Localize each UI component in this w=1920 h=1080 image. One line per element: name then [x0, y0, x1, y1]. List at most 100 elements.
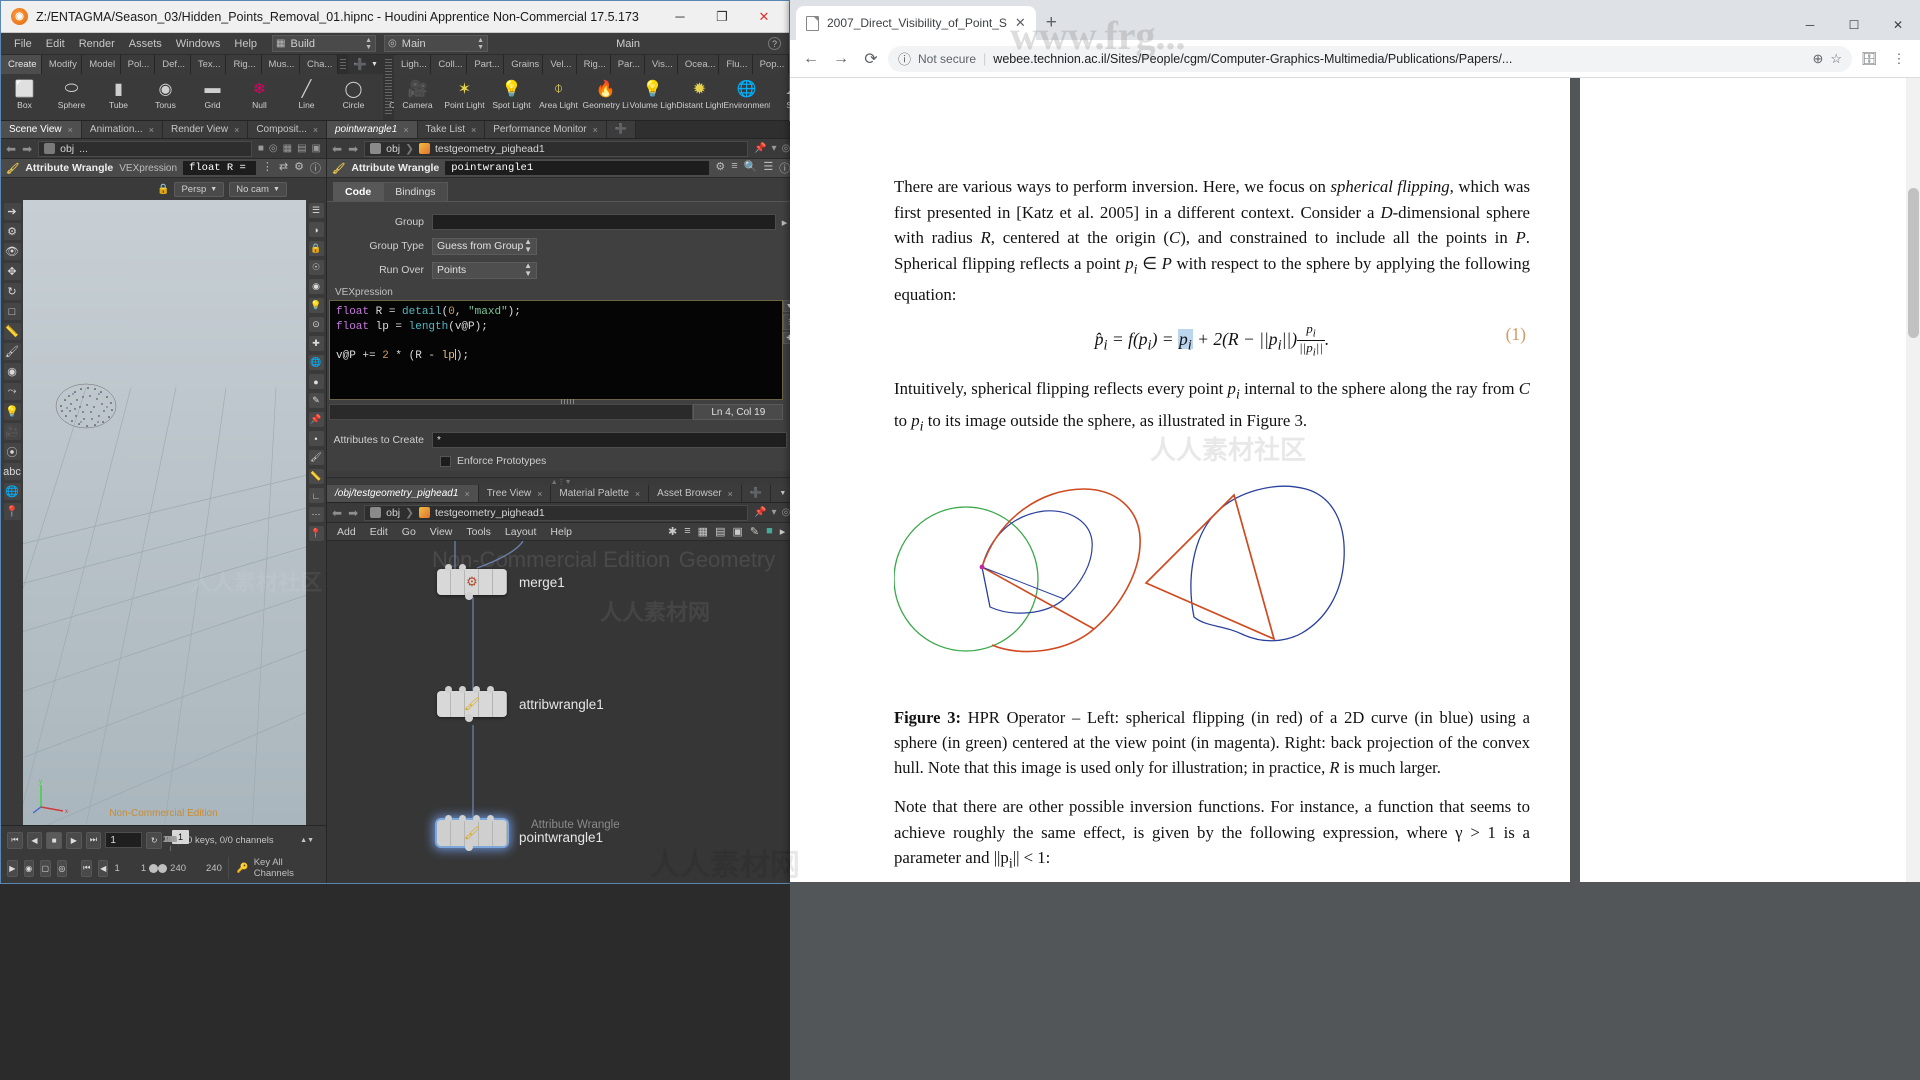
- help-icon[interactable]: ⓘ: [310, 160, 321, 176]
- tab-asset-browser[interactable]: Asset Browser ×: [649, 485, 742, 502]
- lock-icon[interactable]: 🔒: [308, 241, 324, 256]
- add-network-tab-button[interactable]: ➕: [741, 485, 772, 502]
- shelf-item-line[interactable]: ╱ Line: [283, 76, 330, 110]
- desktop-dropdown[interactable]: ▦ Build ▲ ▼: [272, 35, 377, 52]
- brush-icon[interactable]: 🖌: [308, 450, 324, 465]
- help-icon[interactable]: ?: [768, 37, 781, 50]
- shelf-tab-particle-fluids[interactable]: Par...: [610, 55, 645, 74]
- range-start-value[interactable]: 1: [114, 863, 119, 874]
- shelf-item-tube[interactable]: ▮ Tube: [95, 76, 142, 110]
- step-back-button[interactable]: ◀: [26, 831, 43, 849]
- loop-button[interactable]: ↻: [146, 831, 163, 849]
- param-path[interactable]: obj ❯ testgeometry_pighead1: [364, 140, 749, 157]
- pdf-scrollbar[interactable]: [1906, 78, 1920, 882]
- shelf-tab-deform[interactable]: Def...: [155, 55, 191, 74]
- netmenu-layout[interactable]: Layout: [505, 526, 537, 538]
- light-icon[interactable]: 💡: [308, 298, 324, 313]
- step-forward-button[interactable]: ⏭: [85, 831, 102, 849]
- node-inputs[interactable]: [445, 815, 494, 822]
- range-end-value[interactable]: 240: [170, 863, 186, 874]
- close-icon[interactable]: ×: [464, 489, 469, 499]
- forward-icon[interactable]: →: [828, 46, 854, 72]
- shelf-tab-viscous[interactable]: Vis...: [644, 55, 678, 74]
- tab-render-view[interactable]: Render View ×: [162, 121, 249, 138]
- color-icon[interactable]: ■: [766, 525, 773, 538]
- shelf-tab-fluids[interactable]: Flu...: [719, 55, 753, 74]
- shelf-item-sphere[interactable]: ⬭ Sphere: [48, 76, 95, 110]
- material-icon[interactable]: ◉: [308, 279, 324, 294]
- group-picker-icon[interactable]: ▸: [782, 216, 788, 229]
- more-icon[interactable]: ⋯: [308, 507, 324, 522]
- maximize-button[interactable]: ❐: [701, 2, 743, 32]
- chevron-right-icon[interactable]: ▸: [780, 525, 786, 538]
- shelf-item-area-light[interactable]: ⌽ Area Light: [535, 76, 582, 110]
- key-button[interactable]: ▶: [7, 859, 18, 877]
- menu-windows[interactable]: Windows: [169, 35, 228, 53]
- grid-icon[interactable]: ▦: [698, 525, 708, 538]
- param-tab-code[interactable]: Code: [333, 182, 384, 201]
- pen-icon[interactable]: ✎: [308, 393, 324, 408]
- shelf-item-camera[interactable]: 🎥 Camera: [394, 76, 441, 110]
- shelf-tab-particles[interactable]: Part...: [467, 55, 505, 74]
- gear-icon[interactable]: ⚙: [715, 160, 725, 176]
- code-resize-grip[interactable]: [561, 399, 576, 404]
- menu-icon[interactable]: ▾: [772, 507, 777, 518]
- menu-edit[interactable]: Edit: [39, 35, 72, 53]
- palette-icon[interactable]: ▣: [732, 525, 742, 538]
- shelf-tab-character[interactable]: Cha...: [300, 55, 338, 74]
- frame-field-2[interactable]: 1: [141, 863, 146, 874]
- menu-icon[interactable]: ☰: [763, 160, 773, 176]
- shelf-tab-rigids[interactable]: Rig...: [576, 55, 611, 74]
- attributes-to-create-input[interactable]: *: [432, 432, 788, 448]
- display-options-icon[interactable]: ☰: [308, 203, 324, 218]
- shelf-item-environment-light[interactable]: 🌐 Environment Light: [723, 76, 770, 110]
- browser-tab[interactable]: 2007_Direct_Visibility_of_Point_S ✕: [796, 6, 1036, 40]
- target-button[interactable]: ◎: [56, 859, 68, 877]
- shelf-tab-pop[interactable]: Pop...: [752, 55, 789, 74]
- shelf-tab-polygon[interactable]: Pol...: [120, 55, 156, 74]
- param-header-value[interactable]: float R =: [183, 161, 256, 175]
- persp-dropdown[interactable]: Persp ▼: [174, 181, 225, 197]
- shelf-item-torus[interactable]: ◉ Torus: [142, 76, 189, 110]
- menu-icon[interactable]: ▾: [772, 143, 777, 154]
- network-graph[interactable]: Non-Commercial Edition Geometry ⚙ merge1…: [327, 541, 796, 883]
- tools-icon[interactable]: ✱: [668, 525, 677, 538]
- camera-tool-icon[interactable]: 🎥: [3, 423, 21, 440]
- globe-tool-icon[interactable]: 🌐: [3, 483, 21, 500]
- close-icon[interactable]: ×: [728, 489, 733, 499]
- link-icon[interactable]: ⇄: [279, 160, 288, 176]
- dot-icon[interactable]: ●: [308, 374, 324, 389]
- ruler-icon[interactable]: 📏: [308, 469, 324, 484]
- node-output[interactable]: [465, 843, 473, 851]
- current-frame-input[interactable]: 1: [105, 832, 143, 848]
- menu-help[interactable]: Help: [227, 35, 264, 53]
- key-all-icon[interactable]: 🔑: [237, 863, 249, 874]
- key-all-label[interactable]: Key All Channels: [254, 857, 320, 879]
- swatch-icon[interactable]: ▣: [312, 143, 321, 154]
- point-icon[interactable]: ⊙: [308, 317, 324, 332]
- info-circle-icon[interactable]: ⓘ: [898, 49, 911, 68]
- add-shelf-tab-icon[interactable]: ➕: [353, 58, 367, 71]
- pdf-viewer[interactable]: There are various ways to perform invers…: [790, 78, 1920, 882]
- shading-icon[interactable]: ◑: [308, 222, 324, 237]
- extension-icon[interactable]: 🗄: [1856, 46, 1882, 72]
- tab-take-list[interactable]: Take List ×: [417, 121, 486, 138]
- handle-tool-icon[interactable]: ⚙: [3, 223, 21, 240]
- menu-assets[interactable]: Assets: [122, 35, 169, 53]
- scope-button[interactable]: ◉: [23, 859, 35, 877]
- zoom-icon[interactable]: ⊕: [1812, 51, 1823, 67]
- scale-tool-icon[interactable]: □: [3, 303, 21, 320]
- layout-dropdown[interactable]: ◎ Main ▲ ▼: [384, 35, 489, 52]
- shelf-tab-collisions[interactable]: Coll...: [431, 55, 468, 74]
- group-input[interactable]: [432, 214, 776, 230]
- shelf-item-null[interactable]: ❄ Null: [236, 76, 283, 110]
- grid-view-icon[interactable]: ▦: [283, 143, 292, 154]
- close-icon[interactable]: ×: [234, 125, 239, 135]
- node-output[interactable]: [465, 714, 473, 722]
- netmenu-help[interactable]: Help: [550, 526, 572, 538]
- enforce-prototypes-checkbox[interactable]: [440, 455, 451, 467]
- soft-tool-icon[interactable]: ◉: [3, 363, 21, 380]
- target-icon[interactable]: ◎: [782, 143, 791, 154]
- view-tool-icon[interactable]: 👁: [3, 243, 21, 260]
- shelf-item-volume-light[interactable]: 💡 Volume Light: [629, 76, 676, 110]
